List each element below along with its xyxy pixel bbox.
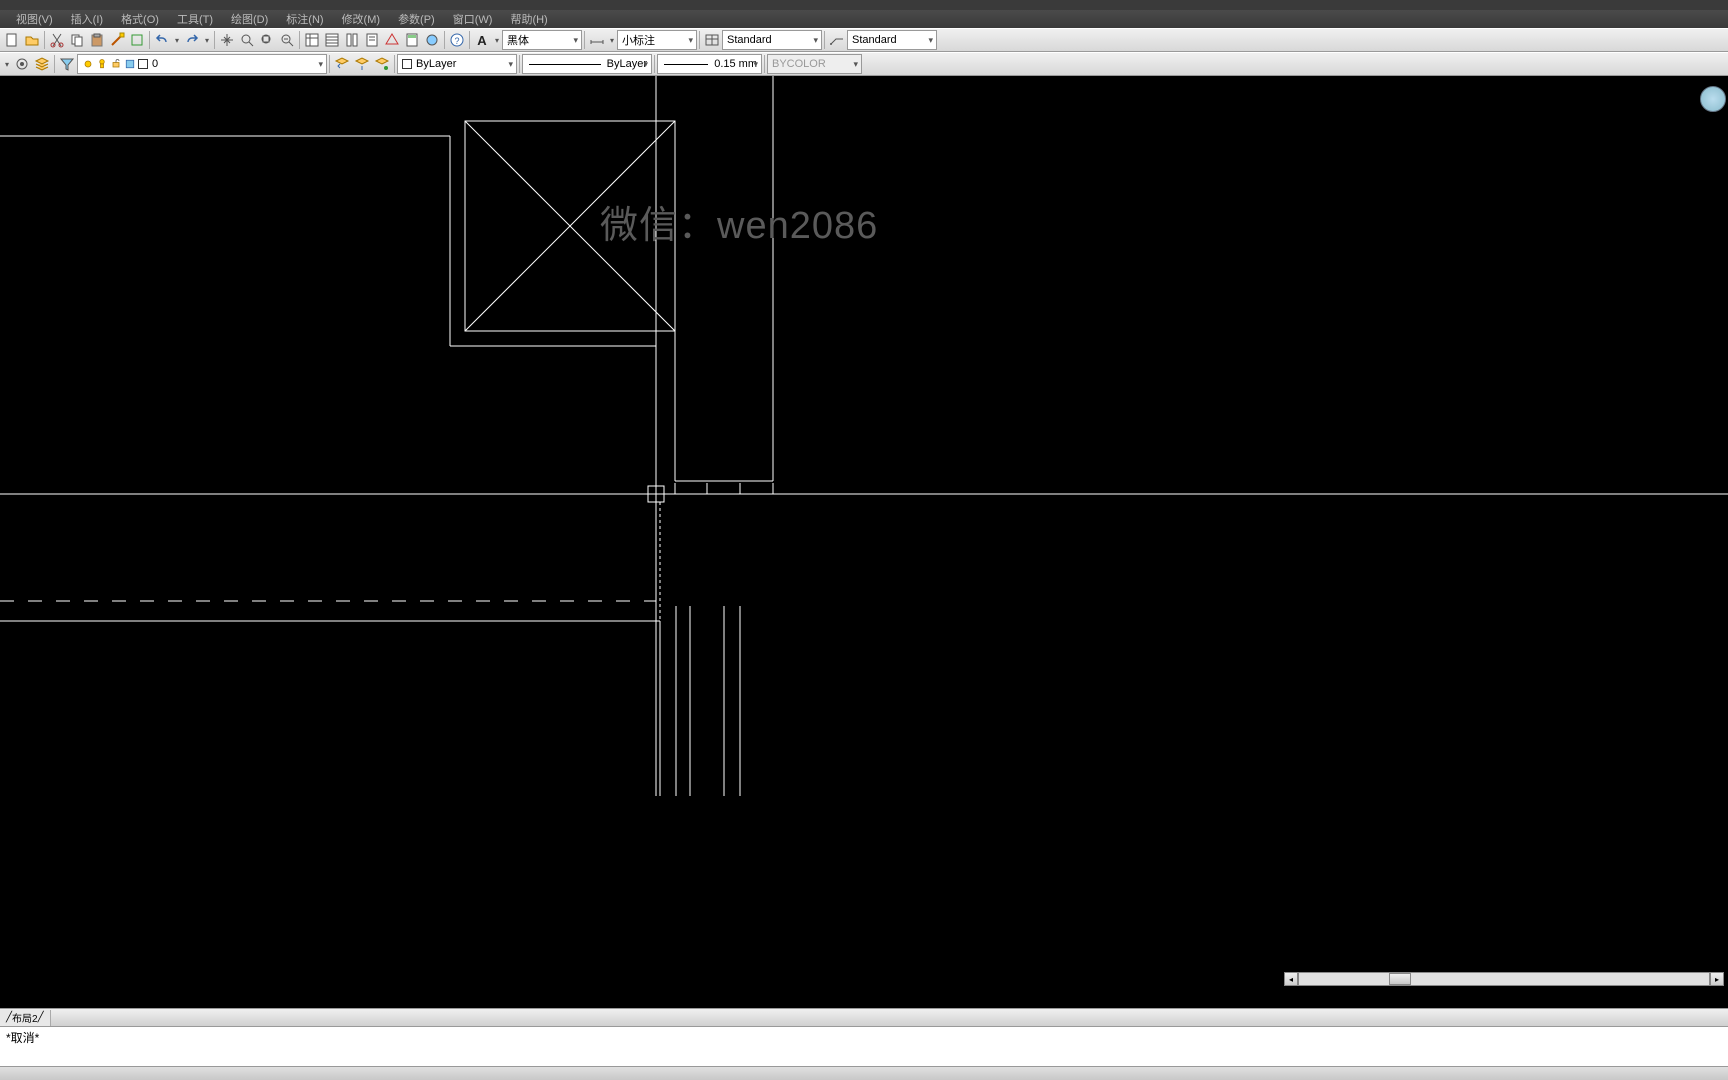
menu-draw[interactable]: 绘图(D): [231, 11, 268, 27]
cut-icon[interactable]: [47, 30, 67, 50]
paste-icon[interactable]: [87, 30, 107, 50]
tool-palettes-icon[interactable]: [342, 30, 362, 50]
svg-text:A: A: [477, 33, 487, 48]
new-icon[interactable]: [2, 30, 22, 50]
menu-bar: 视图(V) 插入(I) 格式(O) 工具(T) 绘图(D) 标注(N) 修改(M…: [0, 10, 1728, 28]
match-properties-icon[interactable]: [107, 30, 127, 50]
zoom-previous-icon[interactable]: [277, 30, 297, 50]
pan-icon[interactable]: [217, 30, 237, 50]
menu-parametric[interactable]: 参数(P): [398, 11, 435, 27]
menu-insert[interactable]: 插入(I): [71, 11, 103, 27]
linetype-select[interactable]: ByLayer: [522, 54, 652, 74]
sheet-set-icon[interactable]: [362, 30, 382, 50]
lineweight-label: 0.15 mm: [714, 58, 757, 70]
layer-match-icon[interactable]: [352, 54, 372, 74]
zoom-window-icon[interactable]: [257, 30, 277, 50]
color-select[interactable]: ByLayer: [397, 54, 517, 74]
plotstyle-select: BYCOLOR: [767, 54, 862, 74]
layer-filter-icon[interactable]: [57, 54, 77, 74]
redo-icon[interactable]: [182, 30, 202, 50]
scroll-right-icon[interactable]: ▸: [1710, 972, 1724, 986]
app-logo-icon: [1700, 86, 1726, 112]
layer-select[interactable]: 0: [77, 54, 327, 74]
zoom-realtime-icon[interactable]: [237, 30, 257, 50]
menu-tools[interactable]: 工具(T): [177, 11, 213, 27]
menu-modify[interactable]: 修改(M): [342, 11, 381, 27]
dim-style-icon[interactable]: [587, 30, 607, 50]
layers-toolbar: ▾ 0 ByLayer ByLayer 0.15 mm: [0, 52, 1728, 76]
layout-tab-label: 布局2: [12, 1010, 38, 1025]
layout-tab-bar: ╱ 布局2 ╱: [0, 1008, 1728, 1026]
design-center-icon[interactable]: [322, 30, 342, 50]
help-icon[interactable]: ?: [447, 30, 467, 50]
menu-help[interactable]: 帮助(H): [510, 11, 547, 27]
layer-previous-icon[interactable]: [332, 54, 352, 74]
toolbar-arrow[interactable]: ▾: [2, 60, 12, 69]
scroll-thumb[interactable]: [1389, 973, 1411, 985]
title-bar: [0, 0, 1728, 10]
lineweight-select[interactable]: 0.15 mm: [657, 54, 762, 74]
layout-tab[interactable]: ╱ 布局2 ╱: [0, 1010, 51, 1026]
menu-view[interactable]: 视图(V): [16, 11, 53, 27]
layer-state-icon[interactable]: [12, 54, 32, 74]
text-style-select[interactable]: 黑体: [502, 30, 582, 50]
multileader-style-icon[interactable]: [827, 30, 847, 50]
undo-dropdown-icon[interactable]: ▾: [172, 36, 182, 45]
table-style-icon[interactable]: [702, 30, 722, 50]
menu-format[interactable]: 格式(O): [121, 11, 159, 27]
dim-style-dropdown-arrow[interactable]: ▾: [607, 36, 617, 45]
text-style-icon[interactable]: A: [472, 30, 492, 50]
redo-dropdown-icon[interactable]: ▾: [202, 36, 212, 45]
open-icon[interactable]: [22, 30, 42, 50]
calculator-icon[interactable]: [402, 30, 422, 50]
dim-style-select[interactable]: 小标注: [617, 30, 697, 50]
text-style-dropdown-arrow[interactable]: ▾: [492, 36, 502, 45]
table-style-select[interactable]: Standard: [722, 30, 822, 50]
drawing-canvas[interactable]: 微信：wen2086 ◂ ▸: [0, 76, 1728, 1008]
scroll-left-icon[interactable]: ◂: [1284, 972, 1298, 986]
command-line[interactable]: *取消*: [0, 1026, 1728, 1066]
layer-name-label: 0: [152, 58, 158, 70]
status-bar: [0, 1066, 1728, 1080]
render-icon[interactable]: [422, 30, 442, 50]
block-icon[interactable]: [127, 30, 147, 50]
command-text: *取消*: [6, 1031, 39, 1045]
standard-toolbar: ▾ ▾ ? A ▾ 黑体 ▾ 小标注 Standard Standard: [0, 28, 1728, 52]
layer-isolate-icon[interactable]: [372, 54, 392, 74]
properties-icon[interactable]: [302, 30, 322, 50]
undo-icon[interactable]: [152, 30, 172, 50]
copy-icon[interactable]: [67, 30, 87, 50]
color-label: ByLayer: [416, 58, 456, 70]
scroll-track[interactable]: [1298, 972, 1710, 986]
mleader-style-select[interactable]: Standard: [847, 30, 937, 50]
svg-text:?: ?: [454, 36, 459, 46]
markup-icon[interactable]: [382, 30, 402, 50]
linetype-label: ByLayer: [607, 58, 647, 70]
layer-manager-icon[interactable]: [32, 54, 52, 74]
menu-dimension[interactable]: 标注(N): [286, 11, 323, 27]
horizontal-scrollbar[interactable]: ◂ ▸: [1284, 972, 1724, 986]
menu-window[interactable]: 窗口(W): [453, 11, 493, 27]
